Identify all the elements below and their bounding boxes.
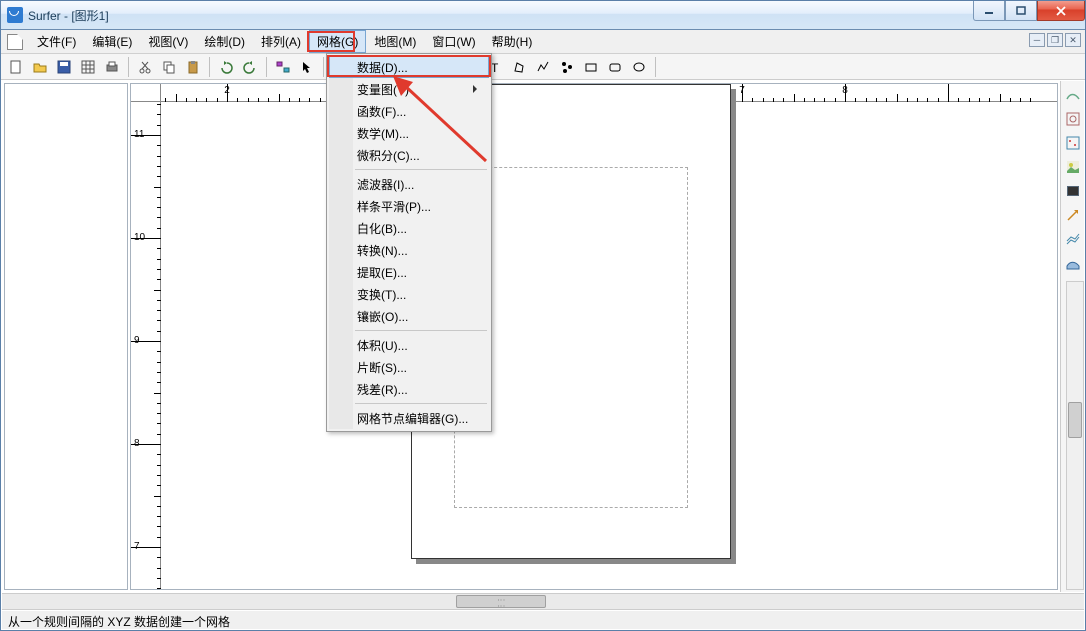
ellipse-tool-button[interactable] (628, 56, 650, 78)
menu-view[interactable]: 视图(V) (140, 30, 196, 53)
grid-menu-dropdown: 数据(D)... 变量图(V) 函数(F)... 数学(M)... 微积分(C)… (326, 53, 492, 432)
horizontal-scrollbar[interactable] (2, 593, 1084, 610)
menu-help[interactable]: 帮助(H) (484, 30, 541, 53)
mdi-controls: ─ ❐ ✕ (1029, 33, 1081, 47)
save-button[interactable] (53, 56, 75, 78)
paste-button[interactable] (182, 56, 204, 78)
rectangle-tool-button[interactable] (580, 56, 602, 78)
svg-text:T: T (491, 61, 499, 74)
menu-item-calculus[interactable]: 微积分(C)... (329, 144, 489, 166)
symbol-tool-button[interactable] (556, 56, 578, 78)
polygon-tool-button[interactable] (508, 56, 530, 78)
menu-item-function[interactable]: 函数(F)... (329, 100, 489, 122)
mdi-restore-button[interactable]: ❐ (1047, 33, 1063, 47)
polyline-tool-button[interactable] (532, 56, 554, 78)
menu-edit[interactable]: 编辑(E) (84, 30, 140, 53)
menu-item-convert[interactable]: 转换(N)... (329, 239, 489, 261)
cut-button[interactable] (134, 56, 156, 78)
menu-map[interactable]: 地图(M) (366, 30, 424, 53)
shaded-relief-button[interactable] (1063, 181, 1083, 201)
menu-draw[interactable]: 绘制(D) (196, 30, 253, 53)
menu-item-transform[interactable]: 变换(T)... (329, 283, 489, 305)
document-icon (7, 34, 23, 50)
submenu-arrow-icon (473, 85, 481, 93)
menu-item-spline[interactable]: 样条平滑(P)... (329, 195, 489, 217)
menu-item-residuals[interactable]: 残差(R)... (329, 378, 489, 400)
status-text: 从一个规则间隔的 XYZ 数据创建一个网格 (8, 615, 230, 629)
app-window: Surfer - [图形1] 文件(F) 编辑(E) 视图(V) 绘制(D) 排… (0, 0, 1086, 631)
post-map-button[interactable] (1063, 133, 1083, 153)
mdi-close-button[interactable]: ✕ (1065, 33, 1081, 47)
surface-button[interactable] (1063, 253, 1083, 273)
base-map-button[interactable] (1063, 85, 1083, 105)
menu-item-data[interactable]: 数据(D)... (329, 56, 489, 78)
menu-grid[interactable]: 网格(G) (309, 30, 366, 53)
ruler-corner (131, 84, 161, 102)
statusbar: 从一个规则间隔的 XYZ 数据创建一个网格 (2, 611, 1084, 629)
image-map-button[interactable] (1063, 157, 1083, 177)
minimize-button[interactable] (973, 1, 1005, 21)
rounded-rect-tool-button[interactable] (604, 56, 626, 78)
menu-item-variogram[interactable]: 变量图(V) (329, 78, 489, 100)
new-button[interactable] (5, 56, 27, 78)
vector-map-button[interactable] (1063, 205, 1083, 225)
close-button[interactable] (1037, 1, 1085, 21)
redo-button[interactable] (239, 56, 261, 78)
menu-item-node-editor[interactable]: 网格节点编辑器(G)... (329, 407, 489, 429)
print-button[interactable] (101, 56, 123, 78)
wireframe-button[interactable] (1063, 229, 1083, 249)
pointer-button[interactable] (296, 56, 318, 78)
menubar: 文件(F) 编辑(E) 视图(V) 绘制(D) 排列(A) 网格(G) 地图(M… (1, 30, 1085, 54)
window-title: Surfer - [图形1] (28, 7, 109, 24)
grid-button[interactable] (77, 56, 99, 78)
canvas-area[interactable]: 2345678 1110987 (130, 83, 1058, 590)
map-toolbar: A (1060, 81, 1084, 592)
undo-button[interactable] (215, 56, 237, 78)
menu-item-filter[interactable]: 滤波器(I)... (329, 173, 489, 195)
maximize-button[interactable] (1005, 1, 1037, 21)
vertical-ruler: 1110987 (131, 102, 161, 589)
menu-window[interactable]: 窗口(W) (424, 30, 483, 53)
open-button[interactable] (29, 56, 51, 78)
menu-item-slice[interactable]: 片断(S)... (329, 356, 489, 378)
titlebar: Surfer - [图形1] (1, 1, 1085, 30)
menu-item-blank[interactable]: 白化(B)... (329, 217, 489, 239)
app-icon (7, 7, 23, 23)
workspace: 2345678 1110987 A (2, 81, 1084, 592)
vertical-scrollbar[interactable] (1066, 281, 1084, 590)
menu-item-math[interactable]: 数学(M)... (329, 122, 489, 144)
mdi-minimize-button[interactable]: ─ (1029, 33, 1045, 47)
object-manager-button[interactable] (272, 56, 294, 78)
main-toolbar: T (1, 54, 1085, 80)
menu-item-mosaic[interactable]: 镶嵌(O)... (329, 305, 489, 327)
window-controls (973, 1, 1085, 21)
menu-item-extract[interactable]: 提取(E)... (329, 261, 489, 283)
copy-button[interactable] (158, 56, 180, 78)
contour-map-button[interactable] (1063, 109, 1083, 129)
menu-item-volume[interactable]: 体积(U)... (329, 334, 489, 356)
menu-arrange[interactable]: 排列(A) (253, 30, 309, 53)
menu-file[interactable]: 文件(F) (29, 30, 84, 53)
object-manager-panel[interactable] (4, 83, 128, 590)
